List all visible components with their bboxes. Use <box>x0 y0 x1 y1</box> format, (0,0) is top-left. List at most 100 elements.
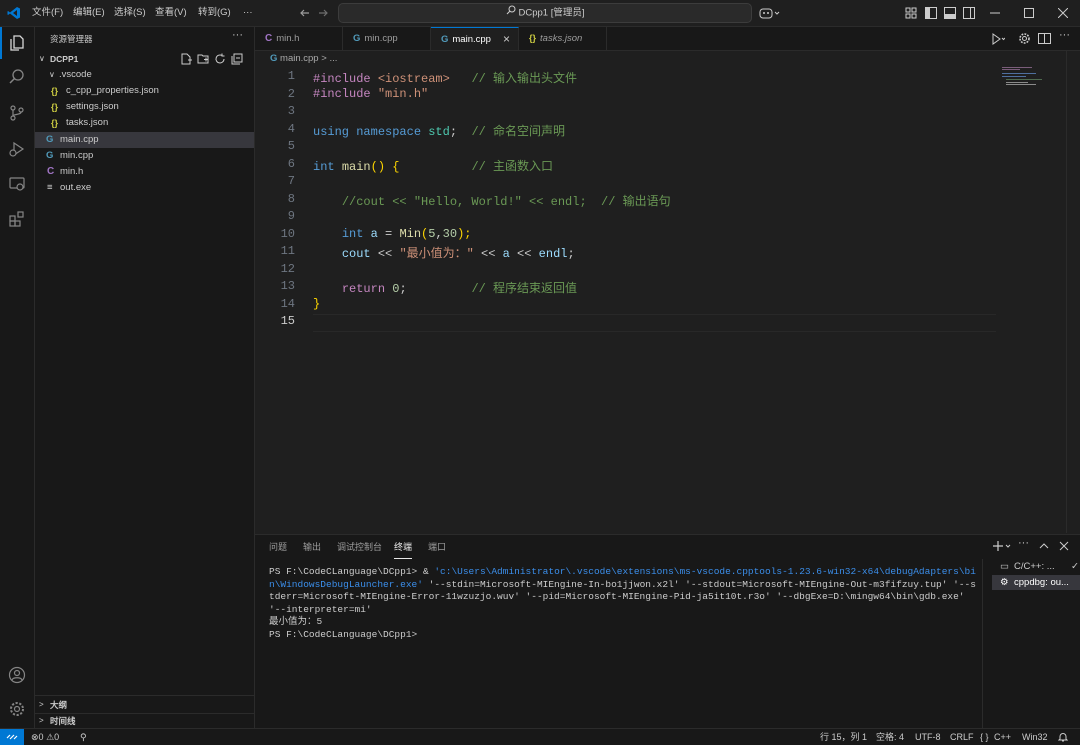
close-panel-icon[interactable] <box>1059 541 1069 551</box>
new-folder-icon[interactable] <box>197 53 209 65</box>
scrollbar-track[interactable] <box>1066 51 1067 533</box>
tab-min-h[interactable]: Cmin.h <box>255 27 343 50</box>
copilot-icon[interactable] <box>759 6 781 20</box>
tree-item-vscode-folder[interactable]: ∨ .vscode <box>35 67 254 83</box>
tree-item-min-h[interactable]: C min.h <box>35 164 254 180</box>
notifications-bell-icon[interactable] <box>1058 732 1068 742</box>
extensions-icon[interactable] <box>0 203 34 235</box>
terminal-icon: ▭ <box>1000 561 1009 572</box>
line-number: 3 <box>287 104 295 118</box>
panel-tab-debug-console[interactable]: 调试控制台 <box>337 535 382 559</box>
cursor-position[interactable]: 行 15，列 1 <box>820 729 867 745</box>
back-arrow-icon[interactable] <box>298 6 312 20</box>
accounts-icon[interactable] <box>0 659 34 691</box>
search-view-icon[interactable] <box>0 61 34 93</box>
toggle-panel-icon[interactable] <box>944 7 956 19</box>
token-bracket: () <box>370 159 386 174</box>
check-icon: ✓ <box>1071 561 1079 572</box>
current-line-highlight <box>313 314 996 332</box>
tree-item-min-cpp[interactable]: G min.cpp <box>35 148 254 164</box>
source-control-icon[interactable] <box>0 97 34 129</box>
cpp-file-icon: G <box>353 33 361 44</box>
maximize-icon[interactable] <box>1024 8 1034 18</box>
terminal-list-item[interactable]: ▭ C/C++: ... ✓ <box>992 559 1080 574</box>
token-punct: ; <box>399 282 407 296</box>
tab-min-cpp[interactable]: Gmin.cpp <box>343 27 431 50</box>
tree-item-tasks-json[interactable]: {} tasks.json <box>35 115 254 131</box>
refresh-icon[interactable] <box>214 53 226 65</box>
toggle-secondary-sidebar-icon[interactable] <box>963 7 975 19</box>
tab-label: min.h <box>276 33 300 44</box>
breadcrumb-separator: > <box>321 53 327 64</box>
panel-tab-ports[interactable]: 端口 <box>428 535 446 559</box>
tree-item-c-cpp-properties[interactable]: {} c_cpp_properties.json <box>35 83 254 99</box>
token-punct: , <box>435 226 443 241</box>
more-actions-icon[interactable]: ··· <box>232 29 243 41</box>
minimap[interactable] <box>1000 63 1048 87</box>
menu-file[interactable]: 文件(F) <box>32 0 63 26</box>
code-editor[interactable]: G main.cpp > ... 1 2 3 4 5 6 7 8 9 10 11… <box>255 51 1080 533</box>
encoding-status[interactable]: UTF-8 <box>915 729 941 745</box>
tab-main-cpp[interactable]: Gmain.cpp × <box>431 27 519 50</box>
minimap-line <box>1006 79 1042 80</box>
run-debug-icon[interactable] <box>0 133 34 165</box>
menu-selection[interactable]: 选择(S) <box>114 0 146 26</box>
terminal-output[interactable]: PS F:\CodeCLanguage\DCpp1> & 'c:\Users\A… <box>269 566 981 641</box>
platform-status[interactable]: Win32 <box>1022 729 1048 745</box>
new-file-icon[interactable] <box>180 53 192 65</box>
menu-view[interactable]: 查看(V) <box>155 0 187 26</box>
menu-more[interactable]: ··· <box>243 0 253 26</box>
json-icon: {} <box>51 102 59 112</box>
cpp-file-icon: G <box>46 134 54 145</box>
token-bracket: { <box>392 159 400 174</box>
gear-icon[interactable] <box>1018 32 1031 45</box>
tree-item-out-exe[interactable]: ≡ out.exe <box>35 180 254 196</box>
terminal-program-output: 最小值为：5 <box>269 616 323 627</box>
tree-item-main-cpp[interactable]: G main.cpp <box>35 132 254 148</box>
line-number: 5 <box>287 139 295 153</box>
panel-tab-output[interactable]: 输出 <box>303 535 321 559</box>
command-center[interactable]: DCpp1 [管理员] <box>338 3 752 23</box>
port-forward-icon[interactable]: ⚲ <box>80 729 87 745</box>
explorer-icon[interactable] <box>0 27 34 59</box>
maximize-panel-icon[interactable] <box>1039 542 1049 550</box>
menu-edit[interactable]: 编辑(E) <box>73 0 105 26</box>
indentation-status[interactable]: 空格: 4 <box>876 729 904 745</box>
toggle-sidebar-icon[interactable] <box>925 7 937 19</box>
collapse-all-icon[interactable] <box>231 53 243 65</box>
tab-tasks-json[interactable]: {} tasks.json <box>519 27 607 50</box>
customize-layout-icon[interactable] <box>905 7 917 19</box>
panel-tab-terminal[interactable]: 终端 <box>394 535 413 559</box>
forward-arrow-icon[interactable] <box>316 6 330 20</box>
new-terminal-icon[interactable] <box>992 540 1012 552</box>
token-comment: // 命名空间声明 <box>471 124 566 139</box>
split-editor-icon[interactable] <box>1038 32 1051 45</box>
folder-root-row[interactable]: ∨ DCPP1 <box>35 51 254 67</box>
terminal-list-item-active[interactable]: ⚙ cppdbg: ou... <box>992 575 1080 590</box>
settings-gear-icon[interactable] <box>0 693 34 725</box>
outline-section[interactable]: > 大纲 <box>35 697 254 713</box>
remote-explorer-icon[interactable] <box>0 168 34 200</box>
close-window-icon[interactable] <box>1058 8 1068 18</box>
close-tab-icon[interactable]: × <box>503 28 510 51</box>
token-string: "min.h" <box>377 86 429 101</box>
panel-tab-problems[interactable]: 问题 <box>269 535 287 559</box>
language-mode[interactable]: C++ <box>994 729 1011 745</box>
vscode-logo-icon <box>7 6 21 20</box>
remote-indicator[interactable] <box>0 729 24 745</box>
menu-go[interactable]: 转到(G) <box>198 0 231 26</box>
more-actions-icon[interactable]: ··· <box>1059 29 1070 41</box>
line-number: 14 <box>280 296 295 311</box>
timeline-section[interactable]: > 时间线 <box>35 713 254 729</box>
minimize-icon[interactable] <box>990 8 1000 18</box>
tree-item-settings-json[interactable]: {} settings.json <box>35 99 254 115</box>
problems-status[interactable]: ⊗0 ⚠0 <box>31 729 59 745</box>
run-file-icon[interactable] <box>991 33 1005 45</box>
folder-root-label: DCPP1 <box>50 54 79 64</box>
tree-item-label: settings.json <box>66 101 119 112</box>
token-variable: a <box>370 226 378 241</box>
tree-item-label: main.cpp <box>60 134 99 145</box>
eol-status[interactable]: CRLF <box>950 729 974 745</box>
more-actions-icon[interactable]: ··· <box>1018 537 1029 549</box>
breadcrumb[interactable]: G main.cpp > ... <box>270 53 337 64</box>
